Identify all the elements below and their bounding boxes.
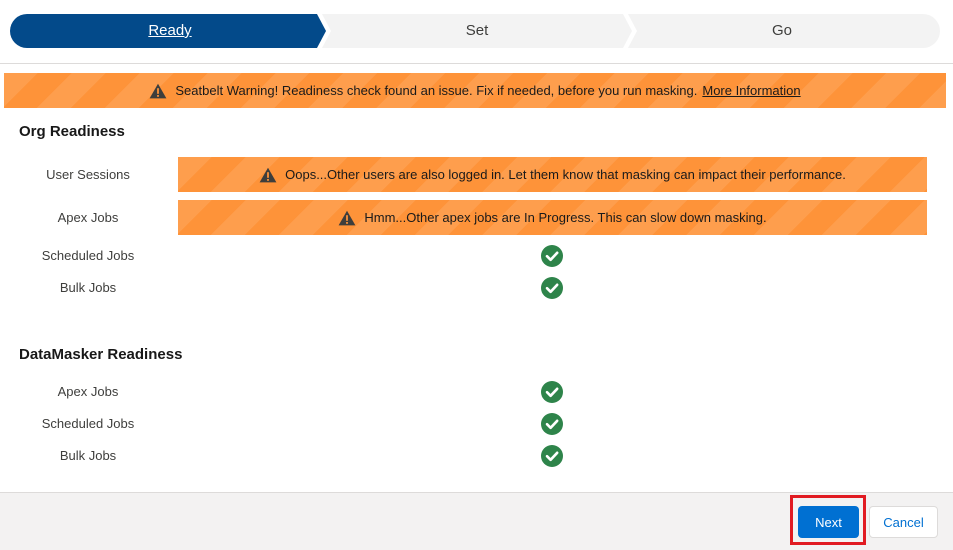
path-indicator: Ready Set Go (10, 14, 940, 48)
row-label-bulk-jobs: Bulk Jobs (59, 448, 117, 463)
seatbelt-warning-text: Seatbelt Warning! Readiness check found … (175, 83, 698, 98)
user-sessions-warning-banner: Oops...Other users are also logged in. L… (178, 157, 927, 192)
row-label-apex-jobs: Apex Jobs (57, 384, 119, 399)
stage-ready[interactable]: Ready (22, 14, 318, 48)
row-label-bulk-jobs: Bulk Jobs (59, 280, 117, 295)
datamasker-readiness-title: DataMasker Readiness (19, 346, 183, 363)
success-check-icon (541, 445, 563, 467)
org-readiness-title: Org Readiness (19, 123, 125, 140)
stage-go[interactable]: Go (638, 14, 926, 48)
row-label-apex-jobs: Apex Jobs (57, 210, 119, 225)
row-label-scheduled-jobs: Scheduled Jobs (41, 248, 135, 263)
row-label-user-sessions: User Sessions (46, 167, 130, 182)
next-button[interactable]: Next (798, 506, 859, 538)
cancel-button[interactable]: Cancel (869, 506, 938, 538)
user-sessions-warning-text: Oops...Other users are also logged in. L… (285, 167, 846, 182)
success-check-icon (541, 245, 563, 267)
apex-jobs-warning-text: Hmm...Other apex jobs are In Progress. T… (364, 210, 767, 225)
warning-icon (338, 210, 356, 225)
success-check-icon (541, 413, 563, 435)
stage-set[interactable]: Set (332, 14, 622, 48)
apex-jobs-warning-banner: Hmm...Other apex jobs are In Progress. T… (178, 200, 927, 235)
header-divider (0, 63, 953, 64)
warning-icon (259, 167, 277, 182)
success-check-icon (541, 277, 563, 299)
success-check-icon (541, 381, 563, 403)
seatbelt-warning-banner: Seatbelt Warning! Readiness check found … (4, 73, 946, 108)
row-label-scheduled-jobs: Scheduled Jobs (41, 416, 135, 431)
warning-icon (149, 83, 167, 98)
more-information-link[interactable]: More Information (702, 83, 800, 98)
